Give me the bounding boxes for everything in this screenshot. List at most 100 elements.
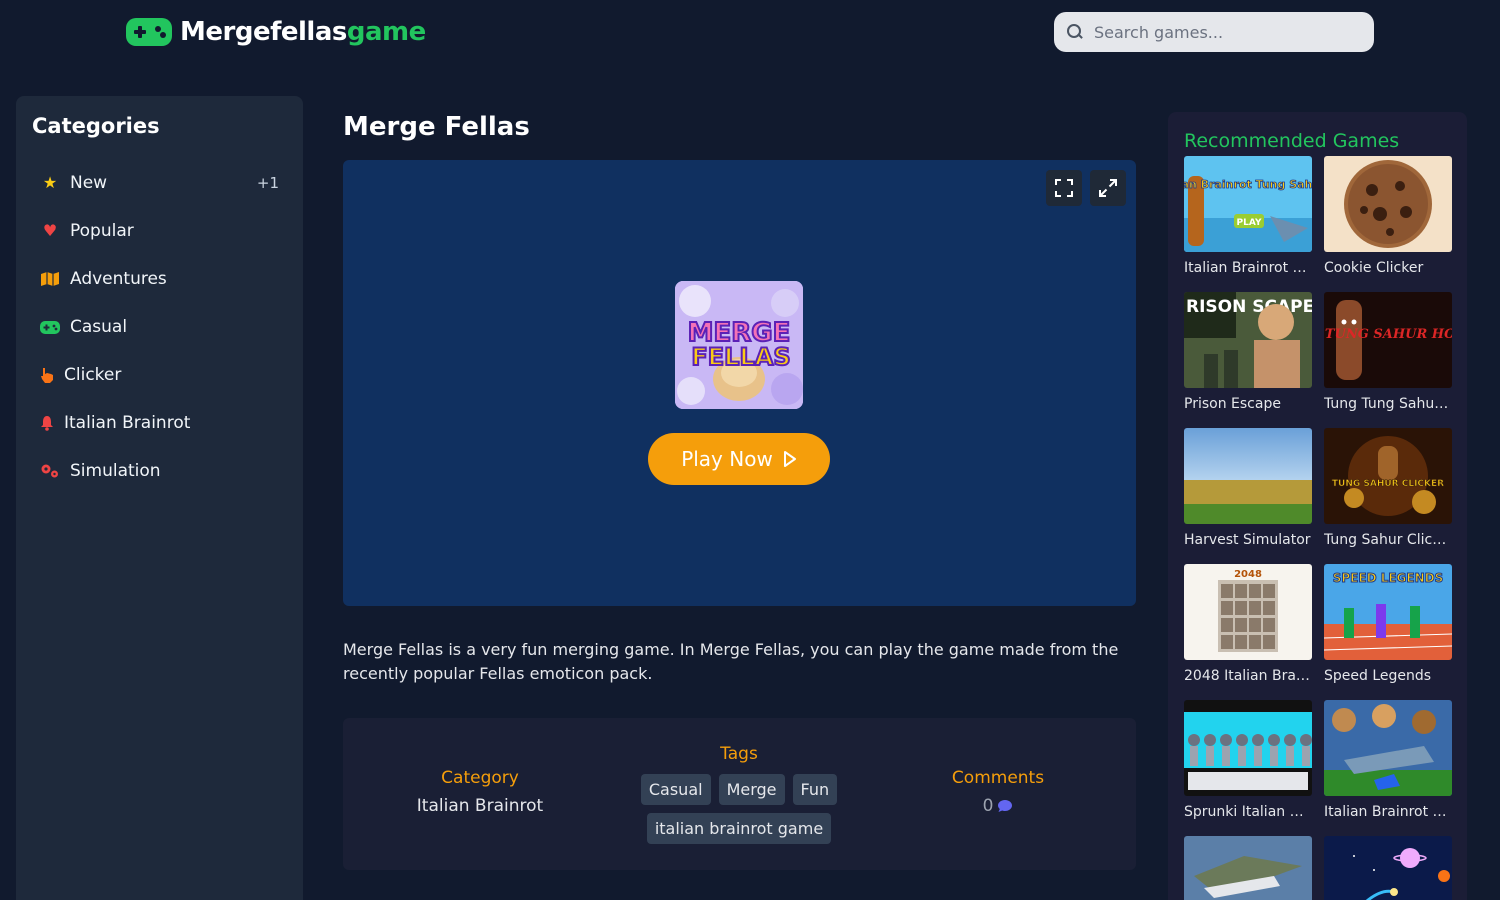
tag-fun[interactable]: Fun [792, 774, 838, 805]
rec-game-label: Prison Escape [1184, 396, 1281, 412]
brand-suffix: game [346, 17, 426, 47]
tag-merge[interactable]: Merge [718, 774, 785, 805]
game-info-box: Category Italian Brainrot Tags Casual Me… [343, 718, 1136, 870]
game-thumbnail: TUNG SAHUR CLICKER [1324, 428, 1452, 524]
tags-info: Tags Casual Merge Fun italian brainrot g… [629, 744, 849, 844]
rec-game-space[interactable] [1324, 836, 1452, 900]
play-now-button[interactable]: Play Now [648, 433, 830, 485]
new-count-badge: +1 [256, 174, 279, 192]
game-description: Merge Fellas is a very fun merging game.… [343, 640, 1119, 683]
sidebar-item-popular[interactable]: ♥ Popular [32, 207, 287, 255]
gamepad-logo-icon [126, 18, 172, 46]
game-thumbnail: MERGE FELLAS [675, 281, 803, 409]
game-thumbnail: TUNG SAHUR HORROR [1324, 292, 1452, 388]
thumb-text: SPEED LEGENDS [1333, 571, 1444, 585]
rec-game-cookie-clicker[interactable]: Cookie Clicker [1324, 156, 1452, 276]
comments-count: 0 [982, 796, 994, 816]
search-input[interactable] [1094, 22, 1354, 42]
site-header: Mergefellasgame [0, 0, 1500, 64]
sidebar-item-clicker[interactable]: Clicker [32, 351, 287, 399]
play-icon [783, 451, 796, 467]
comments-info: Comments 0 [898, 768, 1098, 816]
comment-bubble-icon [998, 800, 1013, 812]
tags-label: Tags [720, 744, 758, 764]
category-info: Category Italian Brainrot [380, 768, 580, 816]
fullscreen-button[interactable] [1046, 170, 1082, 206]
rec-game-label: Italian Brainrot T... [1184, 260, 1312, 276]
rec-game-label: Tung Tung Sahur... [1324, 396, 1452, 412]
thumb-text: RISON SCAPE [1186, 297, 1312, 317]
rec-game-tung-sahur-clicker[interactable]: TUNG SAHUR CLICKER Tung Sahur Click... [1324, 428, 1452, 548]
recommended-title: Recommended Games [1184, 130, 1400, 152]
pointer-hand-icon [40, 367, 54, 383]
categories-sidebar: Categories ★ New +1 ♥ Popular Adventures… [16, 96, 303, 900]
sidebar-item-label: Casual [70, 317, 128, 337]
tag-casual[interactable]: Casual [640, 774, 711, 805]
fullscreen-icon [1055, 179, 1073, 197]
gamepad-icon [40, 319, 60, 335]
game-thumbnail [1324, 836, 1452, 900]
game-thumbnail [1184, 836, 1312, 900]
thumb-text-fellas: FELLAS [691, 343, 790, 371]
category-label: Category [441, 768, 519, 788]
page-title: Merge Fellas [343, 112, 530, 142]
sidebar-item-label: Popular [70, 221, 134, 241]
comments-label: Comments [951, 768, 1045, 788]
game-frame[interactable]: MERGE FELLAS Play Now [343, 160, 1136, 606]
bell-icon [40, 415, 54, 431]
tag-list: Casual Merge Fun italian brainrot game [629, 774, 849, 844]
category-value[interactable]: Italian Brainrot [380, 796, 580, 816]
rec-game-label: Italian Brainrot N... [1324, 804, 1452, 820]
category-list: ★ New +1 ♥ Popular Adventures Casual Cli… [32, 159, 287, 495]
sidebar-item-label: Adventures [70, 269, 167, 289]
rec-game-label: Tung Sahur Click... [1324, 532, 1452, 548]
thumb-play-text: PLAY [1237, 218, 1262, 228]
logo-text: Mergefellasgame [180, 17, 426, 47]
search-icon [1066, 23, 1084, 41]
rec-game-2048-italian-brainrot[interactable]: 2048 2048 Italian Brai... [1184, 564, 1312, 684]
thumb-text: 2048 [1234, 569, 1262, 580]
rec-game-speed-legends[interactable]: SPEED LEGENDS Speed Legends [1324, 564, 1452, 684]
rec-game-italian-brainrot-n[interactable]: Italian Brainrot N... [1324, 700, 1452, 820]
rec-game-italian-brainrot-test[interactable]: Italian Brainrot Tung Sahur Test PLAY It… [1184, 156, 1312, 276]
expand-button[interactable] [1090, 170, 1126, 206]
rec-game-crocodile[interactable] [1184, 836, 1312, 900]
expand-arrows-icon [1099, 179, 1117, 197]
rec-game-tung-tung-sahur[interactable]: TUNG SAHUR HORROR Tung Tung Sahur... [1324, 292, 1452, 412]
sidebar-item-simulation[interactable]: Simulation [32, 447, 287, 495]
brand-main: Mergefellas [180, 17, 347, 47]
sidebar-item-italian-brainrot[interactable]: Italian Brainrot [32, 399, 287, 447]
rec-game-label: Harvest Simulator [1184, 532, 1311, 548]
game-thumbnail: RISON SCAPE [1184, 292, 1312, 388]
rec-game-label: Speed Legends [1324, 668, 1432, 684]
sidebar-item-label: Italian Brainrot [64, 413, 191, 433]
game-thumbnail [1184, 428, 1312, 524]
play-now-label: Play Now [681, 447, 773, 471]
rec-game-label: Sprunki Italian Br... [1184, 804, 1312, 820]
comments-link[interactable]: 0 [898, 796, 1098, 816]
game-thumbnail: Italian Brainrot Tung Sahur Test PLAY [1184, 156, 1312, 252]
rec-game-sprunki-italian-brainrot[interactable]: Sprunki Italian Br... [1184, 700, 1312, 820]
thumb-text: Italian Brainrot Tung Sahur Test [1184, 178, 1312, 191]
recommended-panel: Recommended Games Italian Brainrot Tung … [1168, 112, 1467, 900]
game-thumbnail [1184, 700, 1312, 796]
sidebar-item-label: Clicker [64, 365, 122, 385]
game-thumbnail [1324, 156, 1452, 252]
heart-icon: ♥ [42, 221, 58, 240]
tag-italian-brainrot-game[interactable]: italian brainrot game [646, 813, 832, 844]
game-thumbnail: 2048 [1184, 564, 1312, 660]
rec-game-label: Cookie Clicker [1324, 260, 1424, 276]
site-logo[interactable]: Mergefellasgame [126, 14, 426, 50]
star-icon: ★ [42, 173, 58, 192]
rec-game-prison-escape[interactable]: RISON SCAPE Prison Escape [1184, 292, 1312, 412]
sidebar-item-casual[interactable]: Casual [32, 303, 287, 351]
rec-game-harvest-simulator[interactable]: Harvest Simulator [1184, 428, 1312, 548]
sidebar-item-adventures[interactable]: Adventures [32, 255, 287, 303]
sidebar-item-label: Simulation [70, 461, 161, 481]
thumb-text: TUNG SAHUR CLICKER [1332, 479, 1444, 489]
sidebar-item-label: New [70, 173, 108, 193]
search-bar[interactable] [1054, 12, 1374, 52]
sidebar-item-new[interactable]: ★ New +1 [32, 159, 287, 207]
rec-game-label: 2048 Italian Brai... [1184, 668, 1312, 684]
thumb-text: TUNG SAHUR HORROR [1325, 327, 1452, 342]
